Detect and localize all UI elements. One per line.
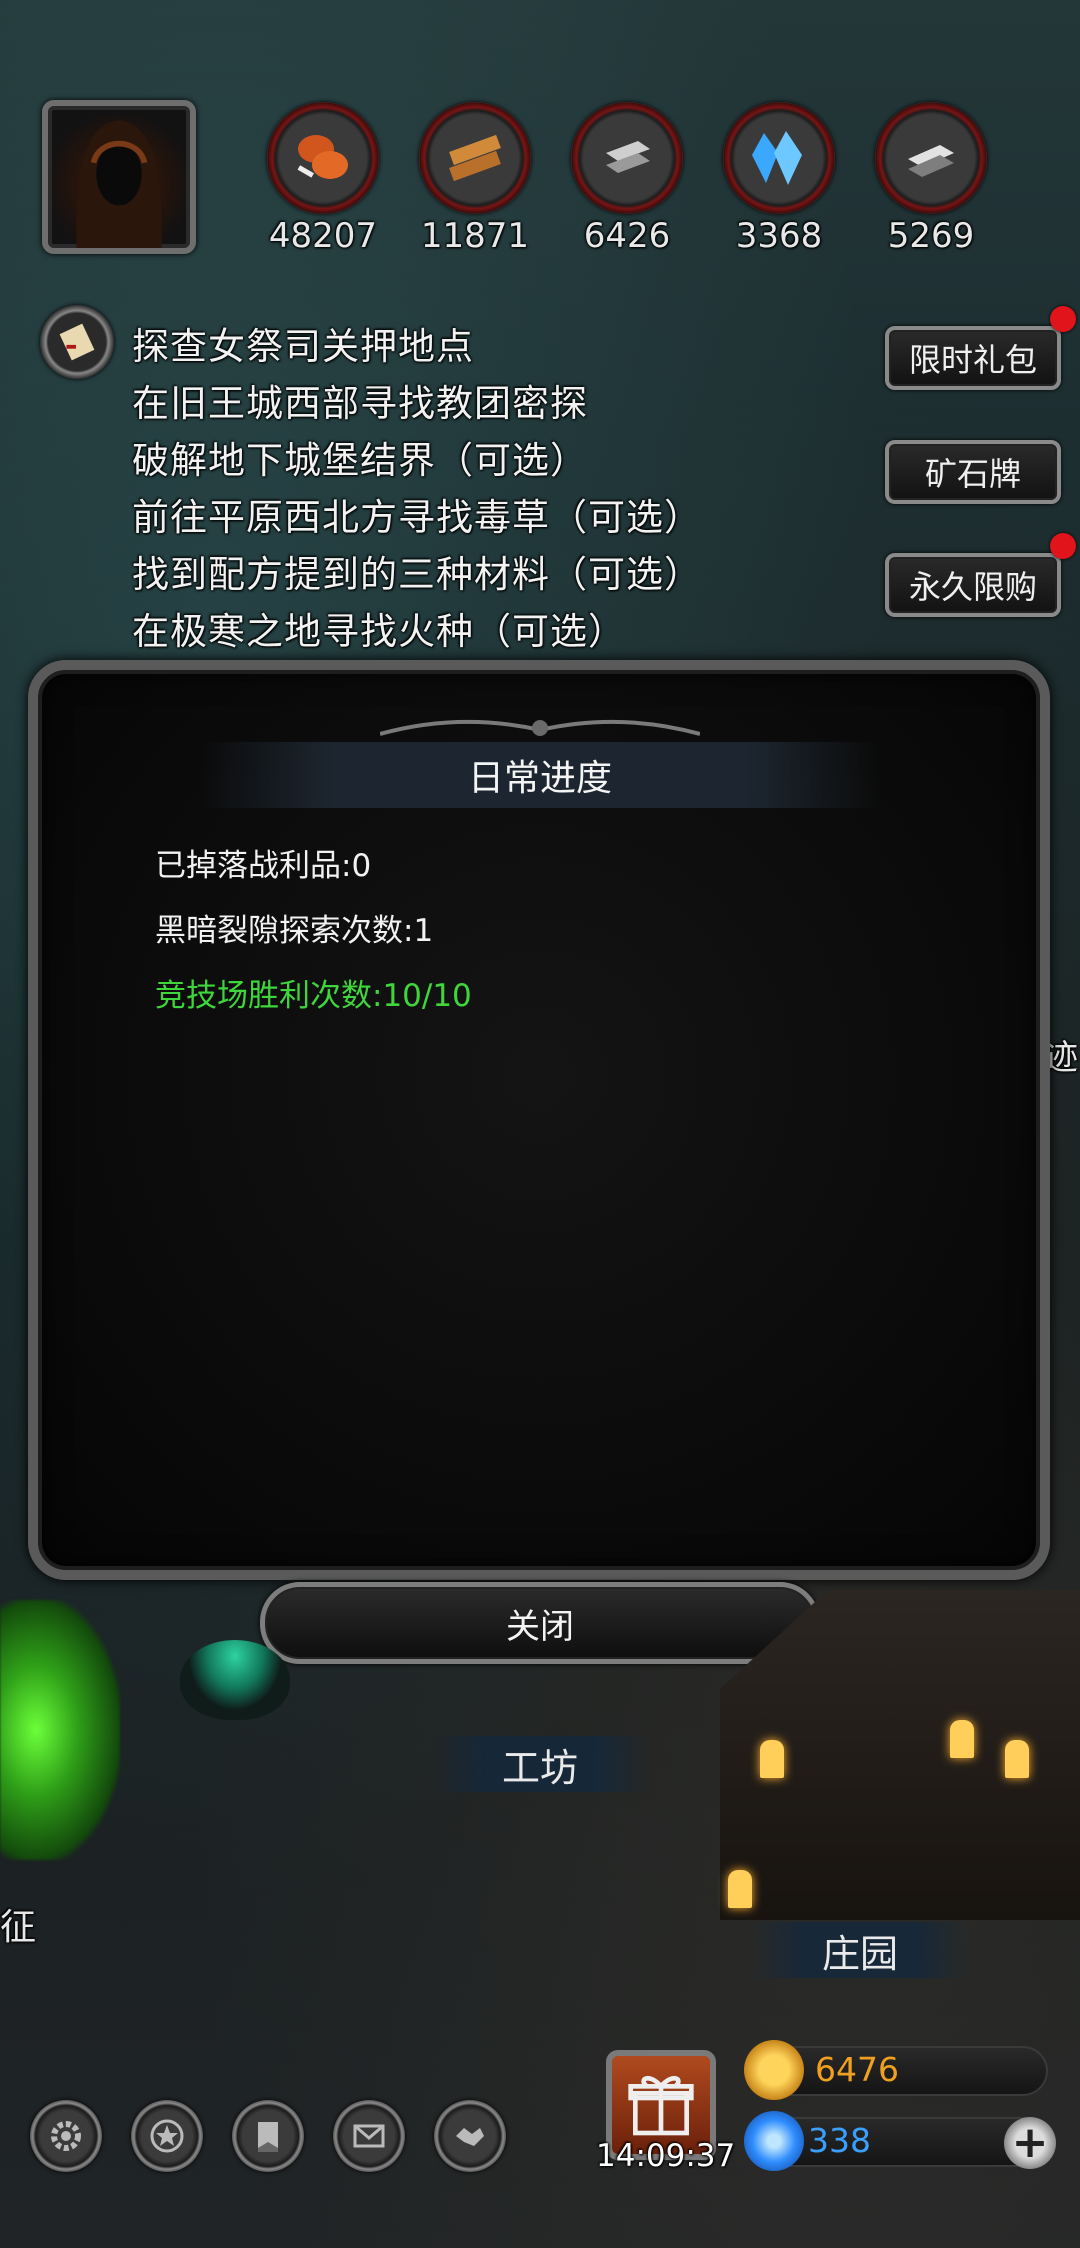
- friends-button[interactable]: [434, 2100, 506, 2172]
- gold-value: 6476: [815, 2050, 899, 2089]
- workshop-label[interactable]: 工坊: [430, 1736, 650, 1792]
- map-edge-label[interactable]: 征: [0, 1898, 36, 1950]
- resource-meat[interactable]: 48207: [258, 102, 388, 256]
- lit-window: [760, 1740, 784, 1778]
- ornament-icon: [380, 719, 700, 736]
- mail-button[interactable]: [333, 2100, 405, 2172]
- permanent-limited-button[interactable]: 永久限购: [885, 553, 1061, 617]
- close-button[interactable]: 关闭: [260, 1582, 820, 1664]
- progress-line-completed: 竞技场胜利次数:10/10: [155, 978, 472, 1014]
- gem-value: 338: [808, 2121, 871, 2160]
- settings-button[interactable]: [30, 2100, 102, 2172]
- green-crystal: [0, 1600, 120, 1860]
- player-avatar[interactable]: [42, 100, 196, 254]
- wood-icon: [449, 134, 501, 182]
- progress-line: 黑暗裂隙探索次数:1: [155, 913, 434, 949]
- achievement-button[interactable]: [131, 2100, 203, 2172]
- limited-gift-button[interactable]: 限时礼包: [885, 326, 1061, 390]
- resource-crystal[interactable]: 3368: [714, 102, 844, 256]
- resource-iron[interactable]: 6426: [562, 102, 692, 256]
- gift-icon: [628, 2076, 694, 2136]
- ore-card-button[interactable]: 矿石牌: [885, 440, 1061, 504]
- blue-gem-icon: [744, 2111, 804, 2171]
- handshake-icon: [456, 2128, 484, 2146]
- mail-icon: [353, 2124, 385, 2148]
- quest-line[interactable]: 前往平原西北方寻找毒草（可选）: [132, 489, 702, 546]
- quest-scroll-icon[interactable]: [40, 305, 114, 379]
- resource-steel-value: 5269: [887, 216, 975, 256]
- notification-dot: [1050, 533, 1076, 559]
- hooded-figure-icon: [76, 120, 162, 248]
- guild-button[interactable]: [232, 2100, 304, 2172]
- resource-wood-value: 11871: [420, 216, 530, 256]
- resource-wood[interactable]: 11871: [410, 102, 540, 256]
- lit-window: [1005, 1740, 1029, 1778]
- quest-line[interactable]: 探查女祭司关押地点: [132, 318, 474, 375]
- resource-meat-value: 48207: [268, 216, 378, 256]
- quest-line[interactable]: 在旧王城西部寻找教团密探: [132, 375, 588, 432]
- clock: 14:09:37: [596, 2138, 736, 2174]
- quest-line[interactable]: 破解地下城堡结界（可选）: [132, 432, 588, 489]
- progress-line: 已掉落战利品:0: [155, 848, 372, 884]
- lit-window: [950, 1720, 974, 1758]
- star-badge-icon: [150, 2119, 184, 2153]
- quest-line[interactable]: 找到配方提到的三种材料（可选）: [132, 546, 702, 603]
- dialog-title: 日常进度: [200, 742, 880, 808]
- steel-icon: [908, 145, 954, 177]
- iron-icon: [606, 141, 650, 173]
- gold-coin-icon: [744, 2040, 804, 2100]
- meat-icon: [297, 135, 348, 179]
- lit-window: [728, 1870, 752, 1908]
- add-gems-button[interactable]: +: [1004, 2117, 1056, 2169]
- manor-label[interactable]: 庄园: [750, 1922, 970, 1978]
- notification-dot: [1050, 306, 1076, 332]
- banner-icon: [258, 2122, 278, 2152]
- resource-crystal-value: 3368: [735, 216, 823, 256]
- gear-icon: [51, 2121, 81, 2151]
- resource-iron-value: 6426: [583, 216, 671, 256]
- cauldron: [180, 1640, 290, 1720]
- quest-line[interactable]: 在极寒之地寻找火种（可选）: [132, 603, 626, 660]
- crystal-icon: [752, 131, 802, 185]
- resource-steel[interactable]: 5269: [866, 102, 996, 256]
